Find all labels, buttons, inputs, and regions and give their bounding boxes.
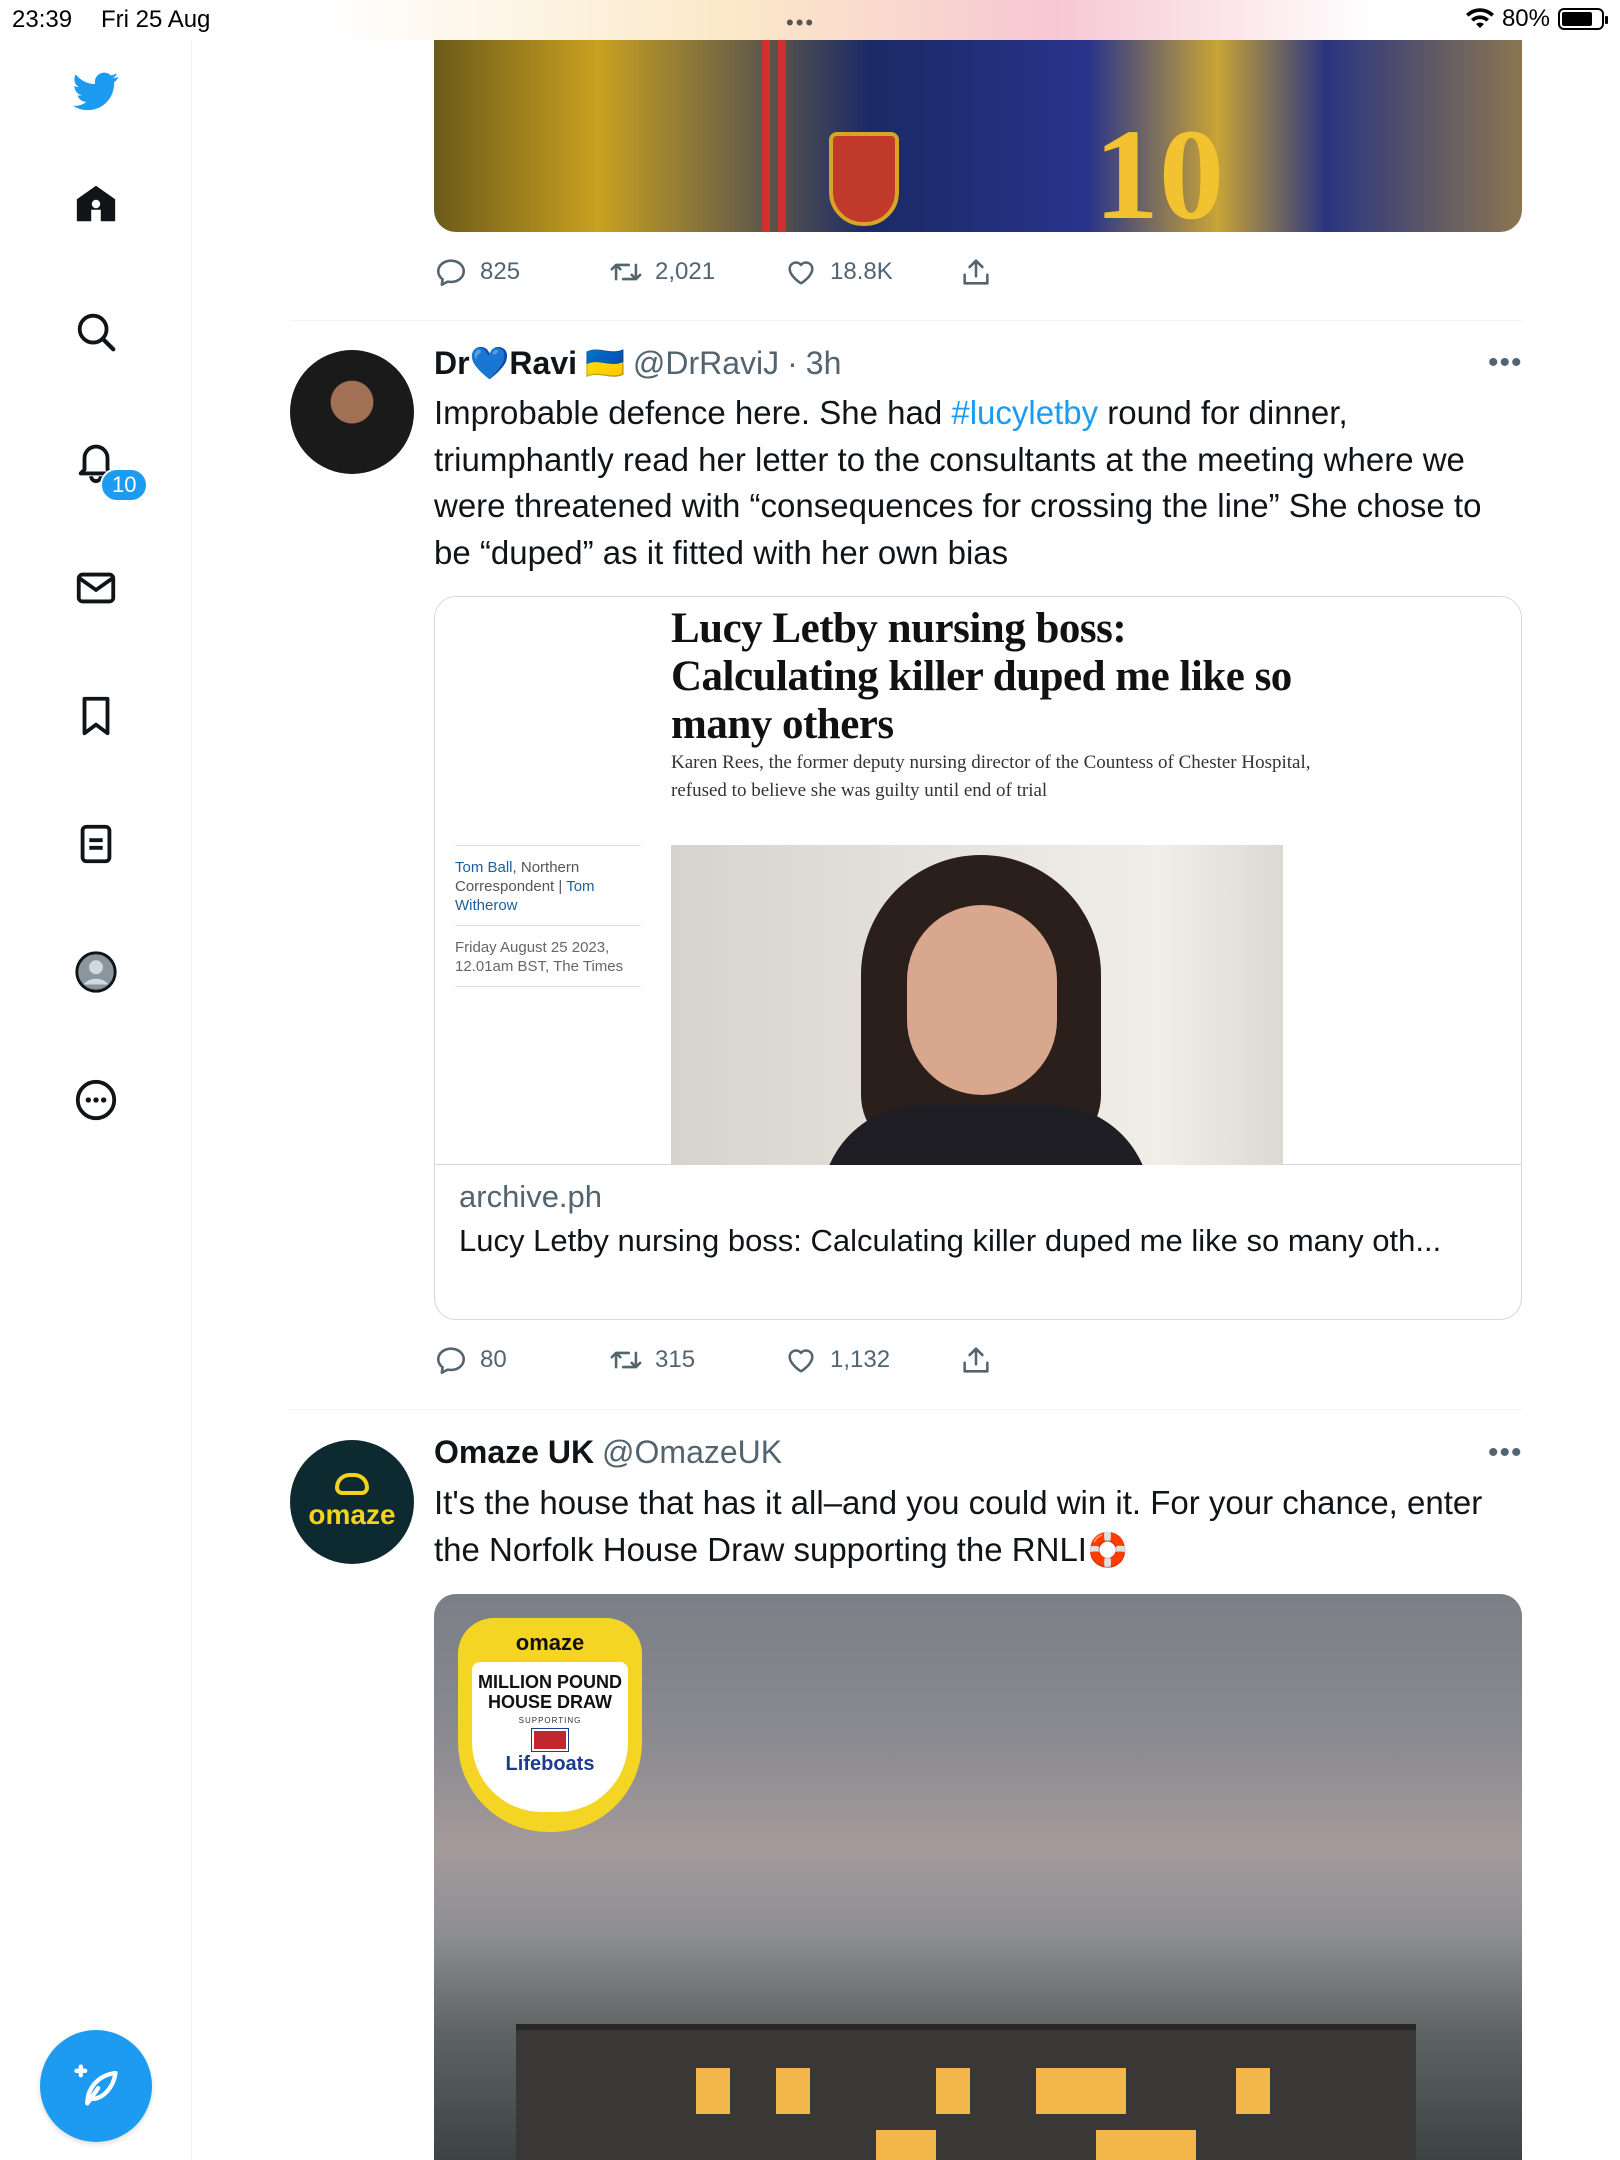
display-name[interactable]: Dr💙Ravi — [434, 344, 577, 382]
avatar-brand: omaze — [308, 1499, 396, 1530]
heart-icon — [788, 1349, 814, 1373]
battery-percent: 80% — [1501, 5, 1550, 32]
notifications-badge: 10 — [100, 468, 149, 502]
house-window — [696, 2068, 730, 2114]
tweet-header: Dr💙Ravi 🇺🇦 @DrRaviJ · 3h — [434, 344, 841, 382]
reply-button[interactable]: 825 — [434, 255, 609, 289]
avatar-omazeuk[interactable]: omaze — [290, 1440, 414, 1564]
battery-icon — [1558, 8, 1608, 30]
reply-icon — [436, 1347, 466, 1375]
badge-line2: HOUSE DRAW — [487, 1692, 612, 1712]
flag-emoji: 🇺🇦 — [585, 345, 625, 381]
previous-tweet-media[interactable]: 10 — [434, 40, 1522, 232]
hashtag-link[interactable]: #lucyletby — [951, 394, 1098, 431]
link-card[interactable]: Lucy Letby nursing boss: Calculating kil… — [434, 596, 1522, 1320]
tweet-text: It's the house that has it all–and you c… — [434, 1484, 1483, 1568]
status-right: 80% — [1465, 5, 1608, 33]
retweet-button[interactable]: 315 — [609, 1343, 784, 1377]
retweet-count: 315 — [655, 1346, 696, 1373]
omaze-logo-icon — [335, 1473, 369, 1495]
link-card-image: Lucy Letby nursing boss: Calculating kil… — [435, 597, 1521, 1165]
house-window — [1036, 2068, 1126, 2114]
reply-button[interactable]: 80 — [434, 1343, 609, 1377]
multitasking-dots-icon[interactable]: ••• — [786, 10, 815, 36]
reply-count: 80 — [480, 1346, 507, 1373]
tweet-divider — [290, 1409, 1522, 1410]
byline: Tom Ball, Northern Correspondent | Tom W… — [455, 846, 641, 926]
badge-inner: MILLION POUND HOUSE DRAW SUPPORTING Life… — [472, 1662, 628, 1812]
share-icon — [963, 259, 989, 285]
retweet-icon — [610, 1351, 642, 1369]
photo-face — [907, 905, 1057, 1095]
compose-tweet-icon — [74, 2064, 118, 2106]
status-time: 23:39 — [12, 6, 73, 33]
status-date: Fri 25 Aug — [101, 6, 211, 33]
article-photo — [671, 845, 1283, 1165]
like-count: 18.8K — [830, 258, 893, 285]
more-options-icon[interactable]: ••• — [1488, 1436, 1523, 1470]
previous-tweet-actions: 825 2,021 18.8K — [434, 248, 1134, 296]
media-stripe — [778, 40, 786, 232]
like-count: 1,132 — [830, 1346, 891, 1373]
tweet-text: Improbable defence here. She had #lucyle… — [434, 394, 1482, 571]
like-button[interactable]: 1,132 — [784, 1343, 959, 1377]
article-standfirst: Karen Rees, the former deputy nursing di… — [671, 752, 1311, 801]
tweet-divider — [290, 320, 1522, 321]
avatar-drravij[interactable] — [290, 350, 414, 474]
more-icon[interactable] — [67, 1071, 125, 1129]
house-window — [1236, 2068, 1270, 2114]
bookmarks-icon[interactable] — [67, 687, 125, 745]
badge-supporting: SUPPORTING — [518, 1716, 582, 1725]
media-stripe — [762, 40, 770, 232]
crest-image — [829, 132, 899, 226]
house-window — [776, 2068, 810, 2114]
house-window — [1096, 2130, 1196, 2160]
promo-image[interactable]: omaze MILLION POUND HOUSE DRAW SUPPORTIN… — [434, 1594, 1522, 2160]
byline-box: Tom Ball, Northern Correspondent | Tom W… — [455, 845, 641, 987]
retweet-count: 2,021 — [655, 258, 716, 285]
article-headline: Lucy Letby nursing boss: Calculating kil… — [671, 605, 1292, 748]
separator: · — [787, 345, 798, 381]
wifi-icon — [1465, 8, 1494, 28]
more-options-icon[interactable]: ••• — [1488, 346, 1523, 380]
search-icon[interactable] — [67, 303, 125, 361]
retweet-button[interactable]: 2,021 — [609, 255, 784, 289]
dateline: Friday August 25 2023, 12.01am BST, The … — [455, 926, 641, 987]
heart-icon — [788, 261, 814, 285]
reply-icon — [436, 259, 466, 287]
tweet-time[interactable]: 3h — [806, 345, 842, 382]
share-icon — [963, 1347, 989, 1373]
home-icon[interactable] — [67, 175, 125, 233]
battery-fill — [1562, 12, 1593, 26]
rnli-flag-icon — [531, 1728, 569, 1752]
compose-tweet-button[interactable] — [40, 2030, 152, 2142]
user-handle[interactable]: @OmazeUK — [602, 1434, 782, 1471]
house-window — [876, 2130, 936, 2160]
profile-icon[interactable] — [67, 943, 125, 1001]
card-title: Lucy Letby nursing boss: Calculating kil… — [459, 1223, 1442, 1258]
like-button[interactable]: 18.8K — [784, 255, 959, 289]
share-button[interactable] — [959, 255, 1134, 289]
card-domain: archive.ph — [459, 1179, 603, 1214]
badge-partner: Lifeboats — [505, 1753, 595, 1775]
house-image — [516, 2024, 1416, 2160]
tweet-actions: 80 315 1,132 — [434, 1336, 1134, 1384]
sidebar: 10 — [0, 40, 192, 2160]
reply-count: 825 — [480, 258, 521, 285]
twitter-logo-icon[interactable] — [67, 62, 125, 120]
user-handle[interactable]: @DrRaviJ — [633, 345, 779, 382]
badge-brand: omaze — [515, 1630, 585, 1655]
share-button[interactable] — [959, 1343, 1134, 1377]
tweet-header: Omaze UK @OmazeUK — [434, 1434, 782, 1471]
display-name[interactable]: Omaze UK — [434, 1434, 594, 1471]
jersey-number-image: 10 — [1094, 103, 1224, 232]
house-draw-badge: omaze MILLION POUND HOUSE DRAW SUPPORTIN… — [458, 1618, 642, 1832]
lists-icon[interactable] — [67, 815, 125, 873]
messages-icon[interactable] — [67, 559, 125, 617]
badge-line1: MILLION POUND — [478, 1672, 622, 1692]
house-window — [936, 2068, 970, 2114]
retweet-icon — [610, 263, 642, 281]
status-bar: 23:39 Fri 25 Aug ••• 80% — [0, 0, 1620, 40]
